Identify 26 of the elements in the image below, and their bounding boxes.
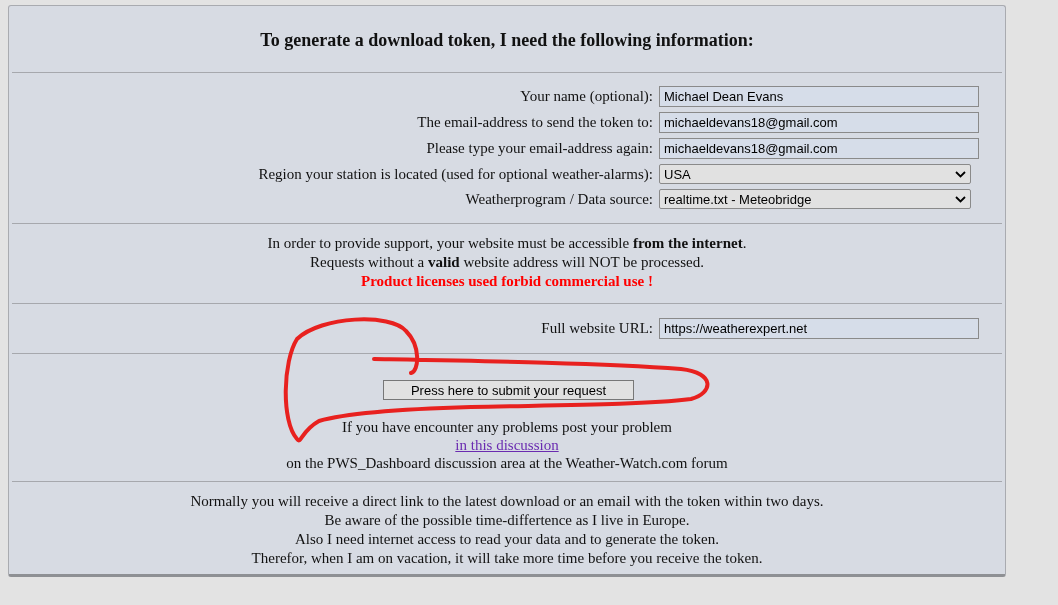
help-text: on the PWS_Dashboard discussion area at the Weather-Watch.com forum: [286, 454, 728, 473]
notice-text: In order to provide support, your website must be accessible from the internet.: [266, 234, 748, 253]
input-field[interactable]: https://weatherexpert.net: [659, 318, 979, 339]
chevron-down-icon: [955, 170, 966, 178]
field-label: Your name (optional):: [519, 88, 653, 105]
info-text: Also I need internet access to read your data and to generate the token.: [294, 530, 720, 549]
help-text: If you have encounter any problems post your problem: [342, 418, 672, 437]
input-field[interactable]: michaeldevans18@gmail.com: [659, 112, 979, 133]
warning-text: Product licenses used forbid commercial use !: [360, 272, 654, 291]
input-field[interactable]: Michael Dean Evans: [659, 86, 979, 107]
field-label: The email-address to send the token to:: [416, 114, 653, 131]
discussion-link[interactable]: in this discussion: [455, 437, 559, 454]
form-title: To generate a download token, I need the following information:: [259, 29, 755, 52]
info-text: Normally you will receive a direct link to the latest download or an email with the token within two days.: [189, 492, 825, 511]
notice-text: Requests without a valid website address will NOT be processed.: [309, 253, 705, 272]
submit-button[interactable]: Press here to submit your request: [383, 380, 634, 400]
info-text: Be aware of the possible time-differtence as I live in Europe.: [323, 511, 691, 530]
dropdown[interactable]: USA: [659, 164, 971, 184]
field-label: Region your station is located (used for optional weather-alarms):: [257, 165, 653, 183]
chevron-down-icon: [955, 195, 966, 203]
dropdown[interactable]: realtime.txt - Meteobridge: [659, 189, 971, 209]
field-label: Please type your email-address again:: [425, 140, 653, 157]
input-field[interactable]: michaeldevans18@gmail.com: [659, 138, 979, 159]
field-label: Full website URL:: [540, 320, 653, 337]
info-text: Therefor, when I am on vacation, it will take more time before you receive the token.: [250, 549, 764, 568]
field-label: Weatherprogram / Data source:: [464, 190, 653, 208]
